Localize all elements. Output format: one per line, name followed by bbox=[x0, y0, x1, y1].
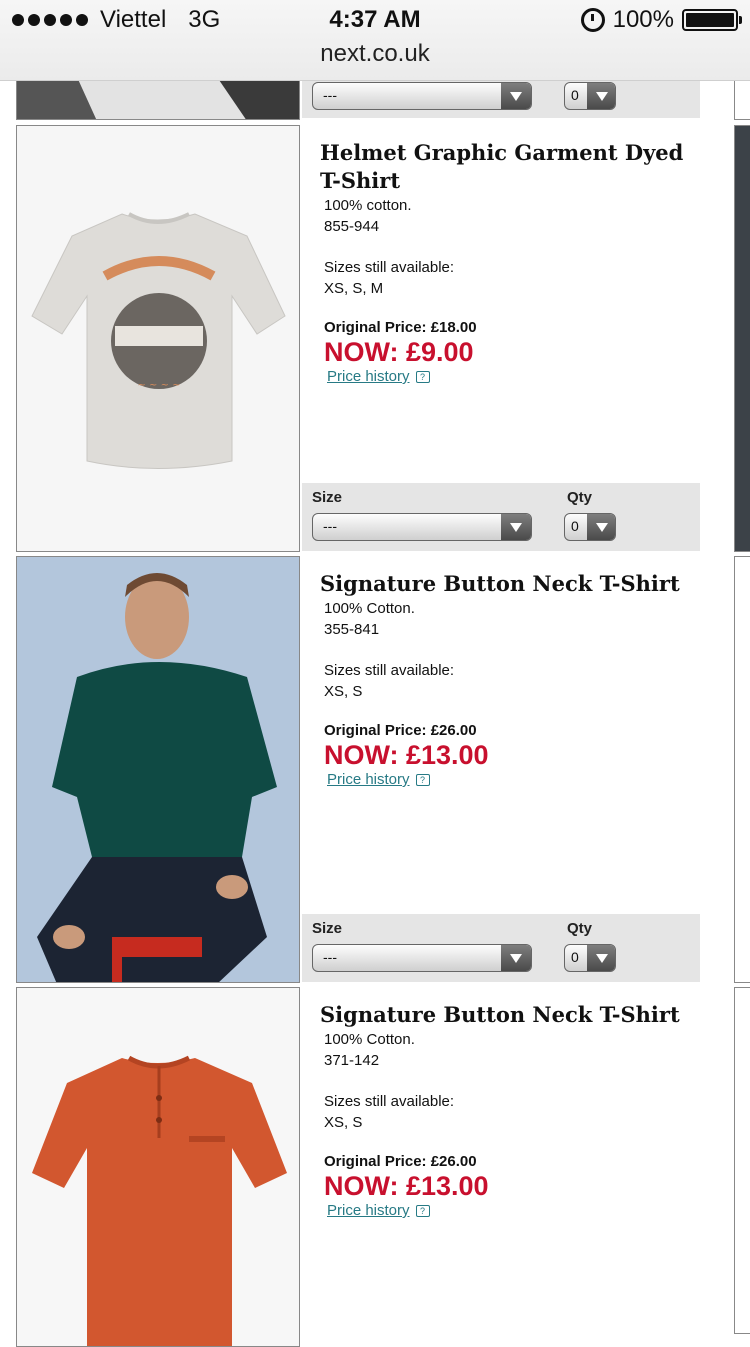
product-info: Signature Button Neck T-Shirt 100% Cotto… bbox=[320, 1001, 700, 1219]
size-qty-bar: Size Qty --- 0 bbox=[302, 483, 700, 551]
size-select[interactable]: --- bbox=[312, 513, 532, 541]
price-history: Price history ? bbox=[327, 1202, 700, 1219]
size-label: Size bbox=[312, 489, 343, 506]
product-code: 855-944 bbox=[324, 218, 380, 235]
status-right: 100% bbox=[580, 6, 742, 34]
original-price: Original Price: £18.00 bbox=[324, 319, 477, 336]
price-history-link[interactable]: Price history bbox=[327, 1202, 410, 1219]
next-column-edge bbox=[734, 125, 750, 552]
product-info: Signature Button Neck T-Shirt 100% Cotto… bbox=[320, 570, 700, 788]
price-history-link[interactable]: Price history bbox=[327, 368, 410, 385]
product-card: Signature Button Neck T-Shirt 100% Cotto… bbox=[0, 556, 750, 983]
original-price: Original Price: £26.00 bbox=[324, 1153, 477, 1170]
next-column-edge bbox=[734, 80, 750, 120]
sizes-label: Sizes still available: bbox=[324, 1093, 455, 1110]
chevron-down-icon bbox=[587, 83, 615, 109]
sizes-available: XS, S bbox=[324, 683, 363, 700]
price-history-link[interactable]: Price history bbox=[327, 771, 410, 788]
battery-icon bbox=[682, 9, 742, 31]
qty-select[interactable]: 0 bbox=[564, 82, 616, 110]
product-title[interactable]: Signature Button Neck T-Shirt bbox=[320, 570, 700, 598]
product-image[interactable] bbox=[16, 987, 300, 1347]
svg-text:~ ~ ~ ~: ~ ~ ~ ~ bbox=[137, 380, 180, 391]
help-icon[interactable]: ? bbox=[415, 1204, 430, 1217]
chevron-down-icon bbox=[501, 83, 531, 109]
help-icon[interactable]: ? bbox=[415, 370, 430, 383]
product-code: 371-142 bbox=[324, 1052, 380, 1069]
qty-label: Qty bbox=[567, 489, 593, 506]
sizes-available: XS, S, M bbox=[324, 280, 384, 297]
chevron-down-icon bbox=[501, 514, 531, 540]
next-column-edge bbox=[734, 556, 750, 983]
product-title[interactable]: Signature Button Neck T-Shirt bbox=[320, 1001, 700, 1029]
chevron-down-icon bbox=[587, 945, 615, 971]
sizes-label: Sizes still available: bbox=[324, 662, 455, 679]
product-material: 100% Cotton. bbox=[324, 600, 415, 617]
sale-price: NOW: £13.00 bbox=[324, 1171, 489, 1201]
size-select[interactable]: --- bbox=[312, 82, 532, 110]
product-material: 100% cotton. bbox=[324, 197, 412, 214]
price-history: Price history ? bbox=[327, 771, 700, 788]
sale-price: NOW: £9.00 bbox=[324, 337, 474, 367]
help-icon[interactable]: ? bbox=[415, 773, 430, 786]
status-bar: Viettel 3G 4:37 AM 100% next.co.uk bbox=[0, 0, 750, 81]
next-column-edge bbox=[734, 987, 750, 1334]
product-info: Helmet Graphic Garment Dyed T-Shirt 100%… bbox=[320, 139, 700, 385]
chevron-down-icon bbox=[501, 945, 531, 971]
size-label: Size bbox=[312, 920, 343, 937]
product-title[interactable]: Helmet Graphic Garment Dyed T-Shirt bbox=[320, 139, 700, 195]
size-select[interactable]: --- bbox=[312, 944, 532, 972]
battery-percent: 100% bbox=[612, 6, 674, 33]
product-code: 355-841 bbox=[324, 621, 380, 638]
sizes-available: XS, S bbox=[324, 1114, 363, 1131]
size-qty-bar-partial: --- 0 bbox=[302, 80, 700, 118]
product-image-partial[interactable] bbox=[16, 76, 300, 120]
alarm-icon bbox=[580, 8, 605, 32]
qty-label: Qty bbox=[567, 920, 593, 937]
size-qty-bar: Size Qty --- 0 bbox=[302, 914, 700, 982]
address-bar[interactable]: next.co.uk bbox=[0, 40, 750, 68]
product-image[interactable] bbox=[16, 556, 300, 983]
price-history: Price history ? bbox=[327, 368, 700, 385]
original-price: Original Price: £26.00 bbox=[324, 722, 477, 739]
product-image[interactable]: ~ ~ ~ ~ bbox=[16, 125, 300, 552]
sale-price: NOW: £13.00 bbox=[324, 740, 489, 770]
product-card: Signature Button Neck T-Shirt 100% Cotto… bbox=[0, 987, 750, 1347]
qty-select[interactable]: 0 bbox=[564, 944, 616, 972]
chevron-down-icon bbox=[587, 514, 615, 540]
product-card: ~ ~ ~ ~ Helmet Graphic Garment Dyed T-Sh… bbox=[0, 125, 750, 552]
sizes-label: Sizes still available: bbox=[324, 259, 455, 276]
product-material: 100% Cotton. bbox=[324, 1031, 415, 1048]
product-partial: --- 0 bbox=[0, 76, 750, 120]
qty-select[interactable]: 0 bbox=[564, 513, 616, 541]
